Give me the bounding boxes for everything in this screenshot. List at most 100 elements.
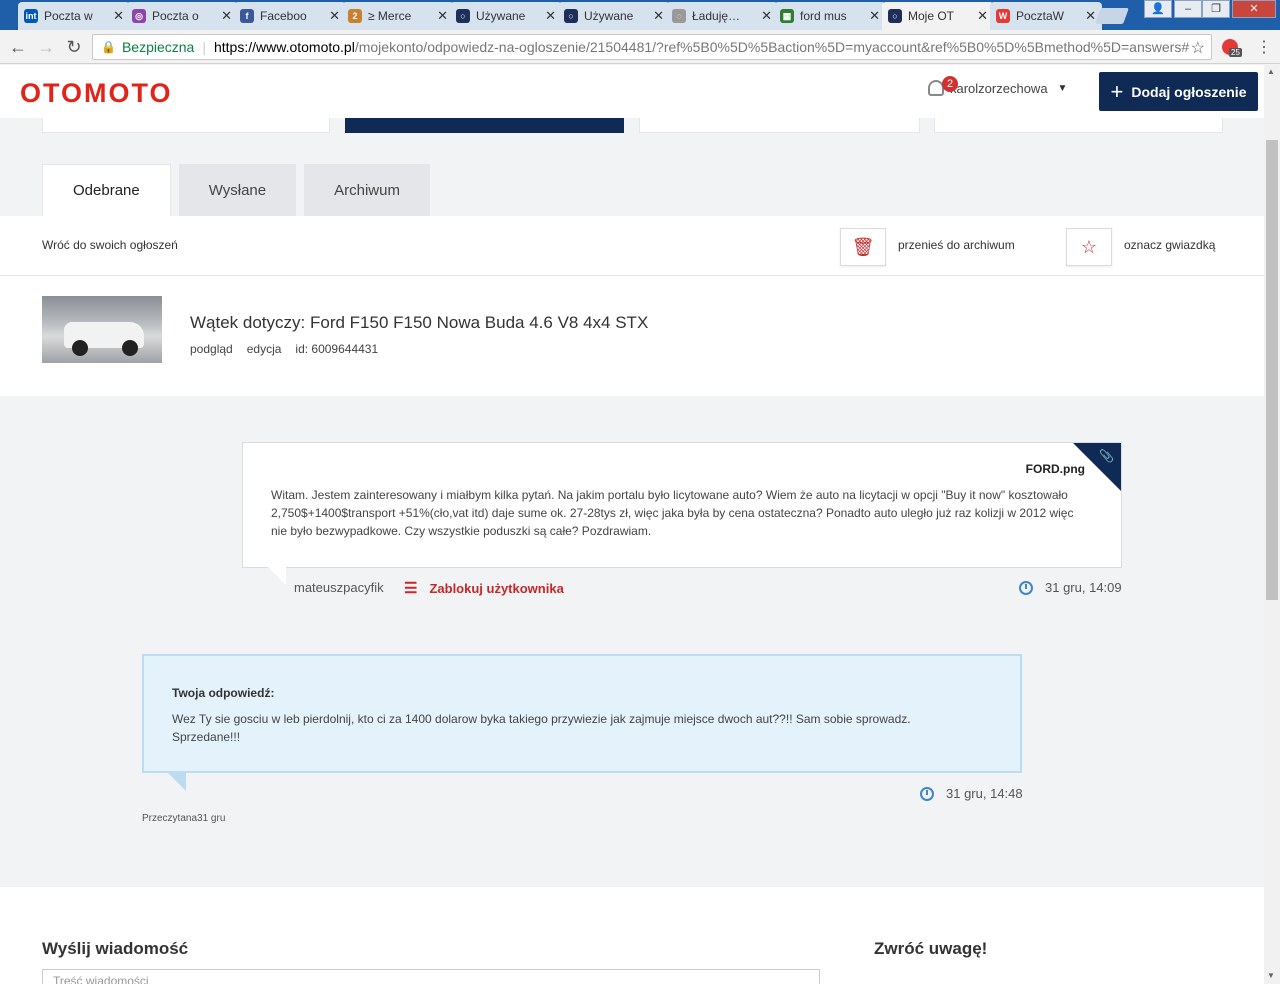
tab-title: PocztaW bbox=[1016, 9, 1065, 23]
browser-tab[interactable]: ○ Używane ✕ bbox=[558, 2, 670, 30]
tab-favicon-icon: W bbox=[996, 9, 1010, 23]
archive-label[interactable]: przenieś do archiwum bbox=[898, 238, 1015, 252]
maximize-button[interactable]: ❐ bbox=[1202, 0, 1230, 18]
browser-tab-bar: int Poczta w ✕ ◎ Poczta o ✕ f Faceboo ✕ 2 ≥ Merce ✕… bbox=[0, 0, 1280, 30]
browser-tab[interactable]: ○ Używane ✕ bbox=[450, 2, 562, 30]
incoming-message: 📎 FORD.png Witam. Jestem zainteresowany … bbox=[242, 442, 1122, 568]
minimize-button[interactable]: – bbox=[1174, 0, 1202, 18]
scroll-thumb[interactable] bbox=[1266, 140, 1278, 600]
browser-tab[interactable]: ▦ ford mus ✕ bbox=[774, 2, 886, 30]
block-icon: ☰ bbox=[404, 580, 418, 597]
otomoto-logo[interactable]: OTOMOTO bbox=[20, 78, 173, 109]
message-input[interactable]: Treść wiadomości bbox=[42, 969, 820, 984]
message-author: mateuszpacyfik bbox=[294, 580, 384, 595]
add-listing-button[interactable]: + Dodaj ogłoszenie bbox=[1099, 72, 1258, 111]
notification-badge: 2 bbox=[942, 76, 958, 92]
notice-title: Zwróć uwagę! bbox=[874, 939, 988, 958]
browser-tab[interactable]: 2 ≥ Merce ✕ bbox=[342, 2, 454, 30]
tab-title: Używane bbox=[476, 9, 526, 23]
browser-tab[interactable]: ○ Moje OT ✕ bbox=[882, 2, 994, 30]
reply-label: Twoja odpowiedź: bbox=[172, 686, 275, 700]
tab-title: Moje OT bbox=[908, 9, 955, 23]
tab-wyslane[interactable]: Wysłane bbox=[178, 164, 297, 216]
scroll-down-icon[interactable]: ▼ bbox=[1267, 971, 1275, 980]
dashboard-card[interactable] bbox=[639, 118, 920, 133]
wheel bbox=[122, 340, 138, 356]
star-label[interactable]: oznacz gwiazdką bbox=[1124, 238, 1215, 252]
reload-icon[interactable]: ↻ bbox=[64, 37, 84, 58]
attachment-filename[interactable]: FORD.png bbox=[1026, 462, 1085, 476]
browser-tab[interactable]: W PocztaW ✕ bbox=[990, 2, 1102, 30]
thread-panel: Wróć do swoich ogłoszeń 🗑 przenieś do ar… bbox=[0, 216, 1264, 396]
user-profile-button[interactable]: 👤 bbox=[1144, 0, 1172, 18]
tab-close-icon[interactable]: ✕ bbox=[545, 8, 556, 24]
tab-favicon-icon: ◎ bbox=[132, 9, 146, 23]
star-icon: ☆ bbox=[1080, 236, 1098, 257]
tab-close-icon[interactable]: ✕ bbox=[761, 8, 772, 24]
username: karolzorzechowa bbox=[950, 80, 1048, 96]
plus-icon: + bbox=[1110, 78, 1124, 104]
attachment-icon[interactable]: 📎 bbox=[1099, 449, 1114, 463]
tab-archiwum[interactable]: Archiwum bbox=[304, 164, 430, 216]
tab-favicon-icon: int bbox=[24, 9, 38, 23]
browser-tab[interactable]: ◎ Poczta o ✕ bbox=[126, 2, 238, 30]
read-status: Przeczytana31 gru bbox=[142, 813, 226, 824]
back-icon[interactable]: ← bbox=[8, 37, 28, 58]
secure-label: Bezpieczna bbox=[121, 39, 195, 55]
message-timestamp: 31 gru, 14:09 bbox=[1019, 580, 1122, 595]
extension-badge: 25 bbox=[1229, 48, 1242, 57]
tab-favicon-icon: ▦ bbox=[780, 9, 794, 23]
thread-info: Wątek dotyczy: Ford F150 F150 Nowa Buda … bbox=[0, 276, 1264, 396]
tab-close-icon[interactable]: ✕ bbox=[329, 8, 340, 24]
bookmark-star-icon[interactable]: ☆ bbox=[1191, 38, 1205, 58]
browser-tab[interactable]: f Faceboo ✕ bbox=[234, 2, 346, 30]
thread-links: podgląd edycja id: 6009644431 bbox=[190, 342, 378, 356]
tab-close-icon[interactable]: ✕ bbox=[437, 8, 448, 24]
back-to-listings-link[interactable]: Wróć do swoich ogłoszeń bbox=[42, 238, 178, 252]
close-window-button[interactable]: ✕ bbox=[1232, 0, 1276, 18]
tab-close-icon[interactable]: ✕ bbox=[1085, 8, 1096, 24]
tab-close-icon[interactable]: ✕ bbox=[869, 8, 880, 24]
new-tab-button[interactable] bbox=[1095, 8, 1129, 24]
archive-button[interactable]: 🗑 bbox=[840, 228, 886, 266]
tab-close-icon[interactable]: ✕ bbox=[653, 8, 664, 24]
dashboard-card[interactable] bbox=[42, 118, 330, 133]
thread-title: Wątek dotyczy: Ford F150 F150 Nowa Buda … bbox=[190, 313, 649, 332]
listing-thumbnail[interactable] bbox=[42, 296, 162, 363]
tab-title: Ładuję… bbox=[692, 9, 741, 23]
dashboard-card-active[interactable] bbox=[345, 118, 624, 133]
thread-toolbar: Wróć do swoich ogłoszeń 🗑 przenieś do ar… bbox=[0, 216, 1264, 276]
trash-icon: 🗑 bbox=[851, 236, 875, 257]
tab-close-icon[interactable]: ✕ bbox=[113, 8, 124, 24]
url-separator: | bbox=[202, 39, 206, 55]
tab-favicon-icon: ○ bbox=[564, 9, 578, 23]
dashboard-card[interactable] bbox=[934, 118, 1223, 133]
listing-id: id: 6009644431 bbox=[295, 342, 379, 356]
browser-menu-icon[interactable]: ⋮ bbox=[1256, 37, 1272, 57]
reply-time: 31 gru, 14:48 bbox=[946, 786, 1023, 801]
message-text: Witam. Jestem zainteresowany i miałbym k… bbox=[271, 488, 1074, 538]
scroll-up-icon[interactable]: ▲ bbox=[1267, 67, 1275, 76]
caret-down-icon: ▼ bbox=[1057, 82, 1068, 94]
block-user-button[interactable]: ☰ Zablokuj użytkownika bbox=[404, 579, 564, 597]
browser-tab[interactable]: int Poczta w ✕ bbox=[18, 2, 130, 30]
url-field[interactable]: 🔒 Bezpieczna | https://www.otomoto.pl /m… bbox=[92, 34, 1212, 60]
browser-tab[interactable]: ◌ Ładuję… ✕ bbox=[666, 2, 778, 30]
send-message-section: Wyślij wiadomość Zwróć uwagę! Treść wiad… bbox=[0, 887, 1264, 984]
page-scrollbar[interactable]: ▲ ▼ bbox=[1264, 65, 1280, 984]
star-button[interactable]: ☆ bbox=[1066, 228, 1112, 266]
tab-title: Używane bbox=[584, 9, 634, 23]
preview-link[interactable]: podgląd bbox=[190, 342, 233, 356]
add-listing-label: Dodaj ogłoszenie bbox=[1131, 83, 1247, 100]
tab-odebrane[interactable]: Odebrane bbox=[42, 164, 171, 216]
clock-icon bbox=[920, 786, 934, 801]
tab-close-icon[interactable]: ✕ bbox=[977, 8, 988, 24]
edit-link[interactable]: edycja bbox=[247, 342, 282, 356]
tab-title: ≥ Merce bbox=[368, 9, 412, 23]
wheel bbox=[72, 340, 88, 356]
tab-title: Poczta w bbox=[44, 9, 93, 23]
tab-close-icon[interactable]: ✕ bbox=[221, 8, 232, 24]
block-user-label: Zablokuj użytkownika bbox=[429, 580, 564, 596]
tab-favicon-icon: ○ bbox=[888, 9, 902, 23]
forward-icon[interactable]: → bbox=[36, 37, 56, 58]
